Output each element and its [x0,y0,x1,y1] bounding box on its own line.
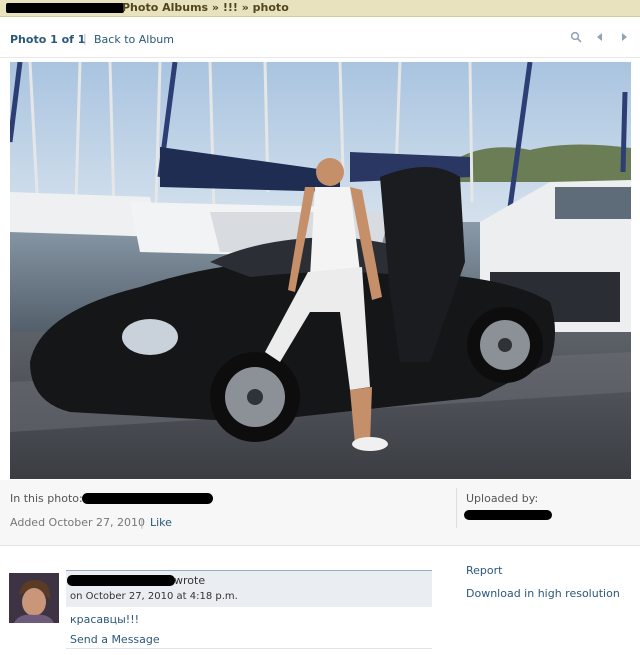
avatar[interactable] [9,573,59,623]
download-high-res-link[interactable]: Download in high resolution [466,587,620,600]
chevron-right-icon[interactable] [618,31,630,43]
photo-nav-bar: Photo 1 of 1 | Back to Album [0,18,640,58]
added-date: Added October 27, 2010 [10,516,146,529]
breadcrumb-text[interactable]: Photo Albums » !!! » photo [122,1,289,14]
photo-info-panel: In this photo: Added October 27, 2010 | … [0,480,640,546]
redacted-name [82,493,213,504]
info-divider [456,488,457,528]
breadcrumb: Photo Albums » !!! » photo [0,0,640,17]
comment-divider [66,648,432,649]
photo-image [10,62,631,479]
comment-date: on October 27, 2010 at 4:18 p.m. [70,591,238,602]
comment: wrote on October 27, 2010 at 4:18 p.m. к… [66,570,432,649]
nav-icons [570,31,630,43]
comment-header: wrote on October 27, 2010 at 4:18 p.m. [66,570,432,607]
comment-text: красавцы!!! [70,613,140,626]
redacted-name [67,575,175,586]
in-this-photo-label: In this photo: [10,492,83,505]
search-icon[interactable] [570,31,582,43]
back-to-album-link[interactable]: Back to Album [94,33,174,46]
like-link[interactable]: Like [150,516,172,529]
report-link[interactable]: Report [466,564,502,577]
nav-separator: | [83,32,87,45]
photo-count: Photo 1 of 1 [10,33,86,46]
main-photo[interactable] [10,62,631,479]
send-message-link[interactable]: Send a Message [70,633,160,646]
redacted-name [6,3,124,13]
comment-wrote-label: wrote [174,574,206,587]
redacted-name [464,510,552,520]
chevron-left-icon[interactable] [594,31,606,43]
info-separator: | [140,516,144,529]
uploaded-by-label: Uploaded by: [466,492,539,505]
comments-section: wrote on October 27, 2010 at 4:18 p.m. к… [0,547,640,655]
